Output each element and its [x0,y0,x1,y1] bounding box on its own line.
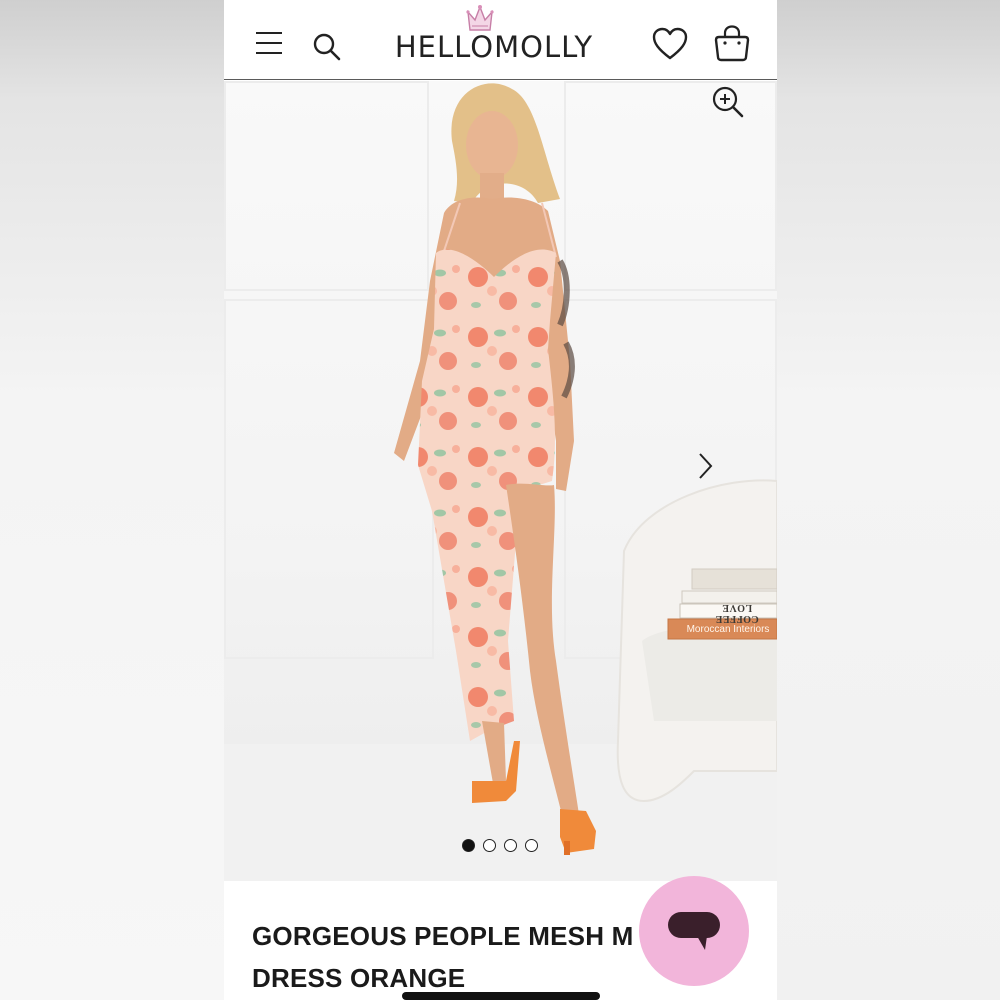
search-icon[interactable] [312,32,342,62]
phone-screen: HELLOMOLLY COFFEE LOVE Moroccan Interior… [224,0,777,1000]
pagination-dot[interactable] [504,839,517,852]
home-indicator [402,992,600,1000]
book-spine-moroccan-interiors: Moroccan Interiors [686,624,770,635]
background-left [0,0,224,1000]
shopping-bag-icon[interactable] [714,24,750,62]
product-info: GORGEOUS PEOPLE MESH M DRESS ORANGE [224,876,777,1000]
background-right [777,0,1000,1000]
hamburger-menu-icon[interactable] [256,32,282,54]
gallery-pagination [462,839,538,852]
product-title-line-1: GORGEOUS PEOPLE MESH M [252,921,634,951]
model-photo [394,83,777,855]
heart-icon[interactable] [652,27,688,61]
pagination-dot[interactable] [483,839,496,852]
product-title: GORGEOUS PEOPLE MESH M DRESS ORANGE [252,915,652,999]
product-image-gallery[interactable]: COFFEE LOVE Moroccan Interiors [224,81,777,881]
pagination-dot[interactable] [525,839,538,852]
chat-button[interactable] [639,876,749,986]
chevron-right-icon[interactable] [694,451,716,481]
zoom-in-icon[interactable] [711,85,745,119]
pagination-dot-active[interactable] [462,839,475,852]
brand-logo[interactable]: HELLOMOLLY [384,30,604,64]
chat-bubble-icon [668,912,720,950]
site-header: HELLOMOLLY [224,0,777,80]
book-spine-coffee-love: COFFEE LOVE [715,602,759,624]
